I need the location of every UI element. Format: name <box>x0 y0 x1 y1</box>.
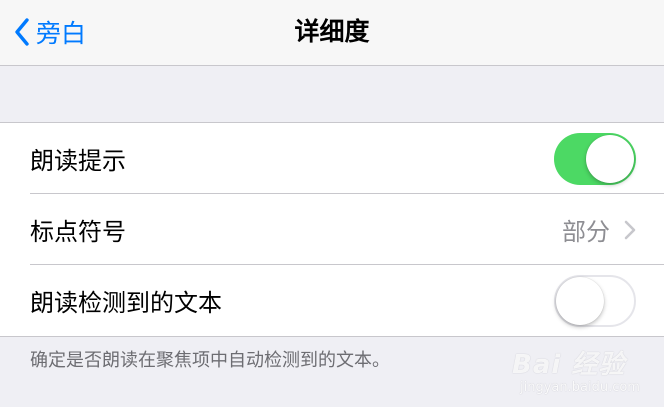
watermark-main-text: Bai 经验 <box>512 350 626 380</box>
list-item-speak-detected-text: 朗读检测到的文本 <box>0 265 664 336</box>
navigation-bar: 旁白 详细度 <box>0 0 664 66</box>
watermark-sub-text: jingyan.baidu.com <box>520 380 640 395</box>
list-item-speak-hints: 朗读提示 <box>0 123 664 194</box>
punctuation-value: 部分 <box>562 218 610 246</box>
list-item-punctuation[interactable]: 标点符号 部分 <box>0 194 664 265</box>
speak-detected-text-toggle[interactable] <box>554 274 636 327</box>
punctuation-detail[interactable]: 部分 <box>562 212 636 247</box>
speak-hints-label: 朗读提示 <box>30 147 126 175</box>
watermark-logo: Bai 经验 jingyan.baidu.com <box>512 340 642 400</box>
page-title: 详细度 <box>294 17 370 46</box>
speak-hints-toggle[interactable] <box>554 132 636 185</box>
toggle-knob <box>586 134 634 183</box>
speak-detected-text-label: 朗读检测到的文本 <box>30 289 222 317</box>
toggle-knob <box>556 276 604 325</box>
punctuation-label: 标点符号 <box>30 218 126 246</box>
settings-group: 朗读提示 标点符号 部分 朗读检测到的文本 <box>0 122 664 337</box>
footer-description: 确定是否朗读在聚焦项中自动检测到的文本。 <box>30 350 390 371</box>
chevron-right-icon <box>624 220 636 239</box>
